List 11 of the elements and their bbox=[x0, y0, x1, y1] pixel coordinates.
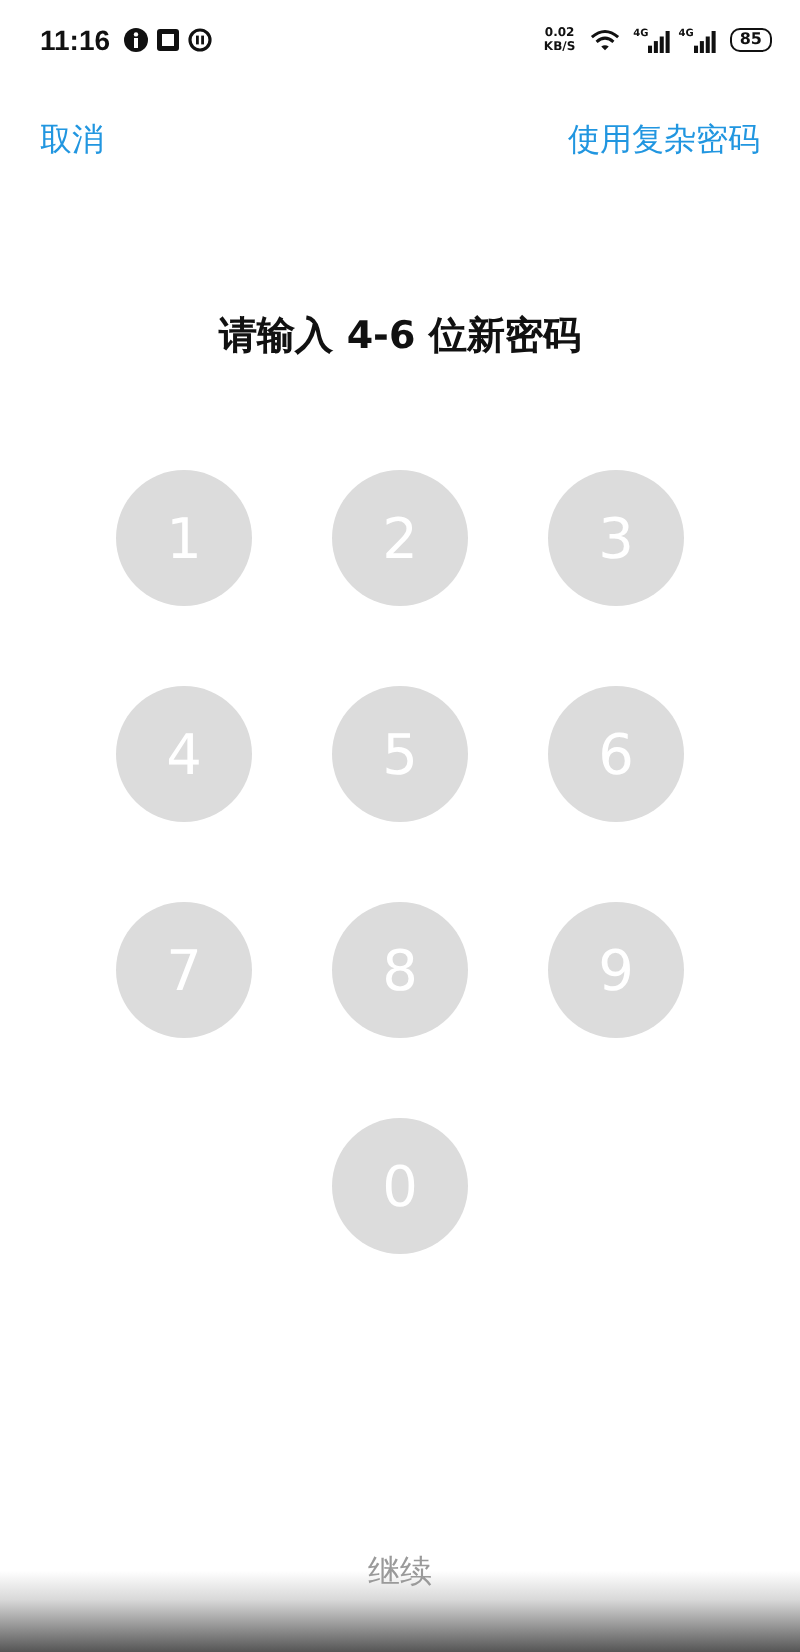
square-icon bbox=[156, 28, 181, 52]
page-title: 请输入 4-6 位新密码 bbox=[216, 312, 583, 362]
status-time: 11:16 bbox=[40, 24, 111, 56]
signal-icon bbox=[693, 29, 716, 53]
complex-password-link[interactable]: 使用复杂密码 bbox=[568, 120, 760, 162]
pause-icon bbox=[188, 28, 213, 52]
info-icon bbox=[124, 28, 149, 52]
wifi-icon bbox=[589, 28, 620, 52]
battery-indicator: 85 bbox=[729, 28, 772, 52]
signal-icon bbox=[648, 29, 671, 53]
cancel-link[interactable]: 取消 bbox=[40, 120, 104, 162]
